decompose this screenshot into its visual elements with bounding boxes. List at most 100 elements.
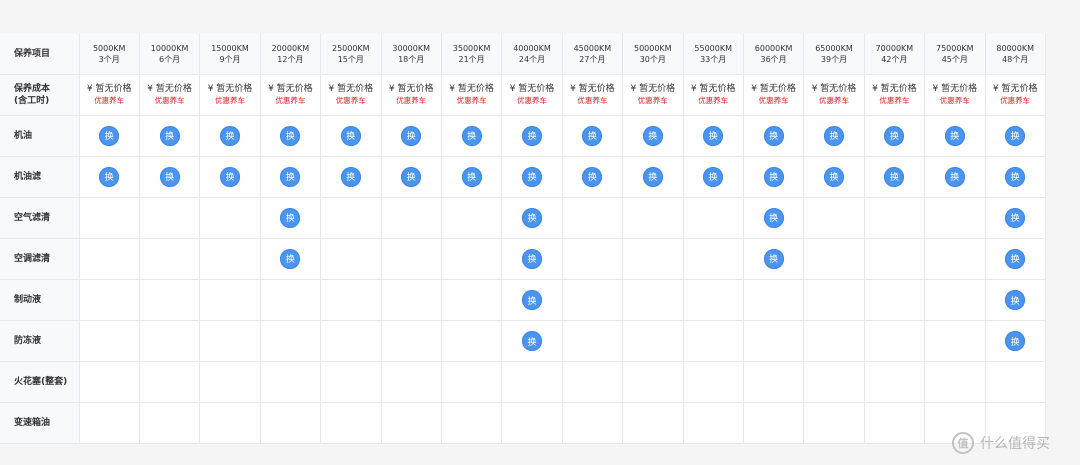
replace-badge[interactable]: 换	[642, 125, 663, 146]
price-cell: ¥ 暂无价格 优惠养车	[381, 74, 441, 115]
replace-badge[interactable]: 换	[944, 125, 965, 146]
price-cell: ¥ 暂无价格 优惠养车	[79, 74, 139, 115]
replace-badge[interactable]: 换	[1005, 125, 1026, 146]
replace-badge[interactable]: 换	[280, 207, 301, 228]
interval-km: 70000KM	[875, 43, 914, 53]
discount-service-link[interactable]: 优惠养车	[396, 95, 426, 107]
replace-badge[interactable]: 换	[280, 125, 301, 146]
replace-badge[interactable]: 换	[340, 125, 361, 146]
price-text: ¥ 暂无价格	[570, 83, 615, 94]
price-cell: ¥ 暂无价格 优惠养车	[139, 74, 199, 115]
discount-service-link[interactable]: 优惠养车	[457, 95, 487, 107]
item-row-label: 空调滤清	[0, 238, 79, 279]
interval-km: 80000KM	[996, 43, 1034, 53]
price-cell: ¥ 暂无价格 优惠养车	[260, 74, 320, 115]
replace-badge[interactable]: 换	[1005, 248, 1026, 269]
replace-badge[interactable]: 换	[1005, 166, 1026, 187]
replace-badge[interactable]: 换	[461, 166, 482, 187]
row-divider	[0, 361, 1046, 363]
row-divider	[0, 196, 1046, 198]
discount-service-link[interactable]: 优惠养车	[1000, 95, 1030, 107]
header-label: 保养项目	[0, 33, 79, 74]
item-name: 防冻液	[14, 336, 42, 347]
interval-km: 10000KM	[150, 43, 189, 53]
maintenance-schedule-table: 保养项目 5000KM 3个月 10000KM 6个月 15000KM 9个月 20000KM…	[0, 33, 1046, 445]
price-cell: ¥ 暂无价格 优惠养车	[985, 74, 1045, 115]
replace-badge[interactable]: 换	[280, 248, 301, 269]
replace-badge[interactable]: 换	[582, 166, 603, 187]
replace-badge[interactable]: 换	[642, 166, 663, 187]
replace-badge[interactable]: 换	[703, 166, 724, 187]
discount-service-link[interactable]: 优惠养车	[94, 95, 124, 107]
row-divider	[0, 443, 1046, 445]
replace-badge[interactable]: 换	[340, 166, 361, 187]
replace-badge[interactable]: 换	[461, 125, 482, 146]
replace-badge[interactable]: 换	[522, 331, 542, 352]
discount-service-link[interactable]: 优惠养车	[940, 95, 970, 107]
replace-badge[interactable]: 换	[522, 166, 542, 187]
interval-months: 36个月	[760, 54, 787, 64]
site-watermark: 值 什么值得买	[952, 432, 1050, 454]
discount-service-link[interactable]: 优惠养车	[336, 95, 366, 107]
replace-badge[interactable]: 换	[220, 125, 240, 146]
interval-km: 75000KM	[935, 43, 974, 53]
discount-service-link[interactable]: 优惠养车	[698, 95, 728, 107]
replace-badge[interactable]: 换	[159, 166, 180, 187]
interval-header: 30000KM 18个月	[381, 33, 441, 74]
interval-months: 45个月	[941, 54, 968, 64]
discount-service-link[interactable]: 优惠养车	[517, 95, 547, 107]
interval-months: 27个月	[579, 54, 606, 64]
replace-badge[interactable]: 换	[1005, 290, 1026, 311]
interval-months: 42个月	[881, 54, 908, 64]
discount-service-link[interactable]: 优惠养车	[879, 95, 909, 107]
interval-km: 55000KM	[694, 43, 732, 53]
replace-badge[interactable]: 换	[884, 166, 905, 187]
price-cell: ¥ 暂无价格 优惠养车	[200, 74, 260, 115]
item-name: 制动液	[14, 295, 42, 306]
discount-service-link[interactable]: 优惠养车	[155, 95, 185, 107]
replace-badge[interactable]: 换	[401, 166, 422, 187]
discount-service-link[interactable]: 优惠养车	[759, 95, 789, 107]
replace-badge[interactable]: 换	[401, 125, 422, 146]
price-text: ¥ 暂无价格	[872, 83, 917, 94]
replace-badge[interactable]: 换	[944, 166, 965, 187]
replace-badge[interactable]: 换	[763, 248, 784, 269]
discount-service-link[interactable]: 优惠养车	[275, 95, 305, 107]
discount-service-link[interactable]: 优惠养车	[215, 95, 245, 107]
discount-service-link[interactable]: 优惠养车	[638, 95, 668, 107]
replace-badge[interactable]: 换	[703, 125, 724, 146]
interval-km: 30000KM	[392, 43, 430, 53]
replace-badge[interactable]: 换	[159, 125, 180, 146]
price-cell: ¥ 暂无价格 优惠养车	[743, 74, 803, 115]
header-label-text: 保养项目	[14, 48, 51, 59]
item-name: 火花塞(整套)	[14, 377, 68, 388]
replace-badge[interactable]: 换	[99, 125, 120, 146]
price-text: ¥ 暂无价格	[751, 83, 796, 94]
replace-badge[interactable]: 换	[220, 166, 240, 187]
price-text: ¥ 暂无价格	[932, 83, 978, 94]
replace-badge[interactable]: 换	[763, 166, 784, 187]
replace-badge[interactable]: 换	[1005, 331, 1026, 352]
replace-badge[interactable]: 换	[522, 207, 542, 228]
replace-badge[interactable]: 换	[763, 207, 784, 228]
row-divider	[0, 237, 1046, 239]
discount-service-link[interactable]: 优惠养车	[577, 95, 607, 107]
price-text: ¥ 暂无价格	[690, 83, 736, 94]
replace-badge[interactable]: 换	[1005, 207, 1026, 228]
replace-badge[interactable]: 换	[824, 166, 844, 187]
replace-badge[interactable]: 换	[522, 290, 542, 311]
replace-badge[interactable]: 换	[280, 166, 301, 187]
replace-badge[interactable]: 换	[763, 125, 784, 146]
replace-badge[interactable]: 换	[824, 125, 844, 146]
interval-months: 33个月	[700, 54, 727, 64]
replace-badge[interactable]: 换	[582, 125, 603, 146]
interval-km: 25000KM	[331, 43, 370, 53]
replace-badge[interactable]: 换	[522, 248, 542, 269]
discount-service-link[interactable]: 优惠养车	[819, 95, 849, 107]
replace-badge[interactable]: 换	[522, 125, 542, 146]
replace-badge[interactable]: 换	[884, 125, 905, 146]
interval-months: 30个月	[639, 54, 666, 64]
price-text: ¥ 暂无价格	[86, 83, 132, 94]
price-text: ¥ 暂无价格	[509, 83, 555, 94]
replace-badge[interactable]: 换	[99, 166, 120, 187]
